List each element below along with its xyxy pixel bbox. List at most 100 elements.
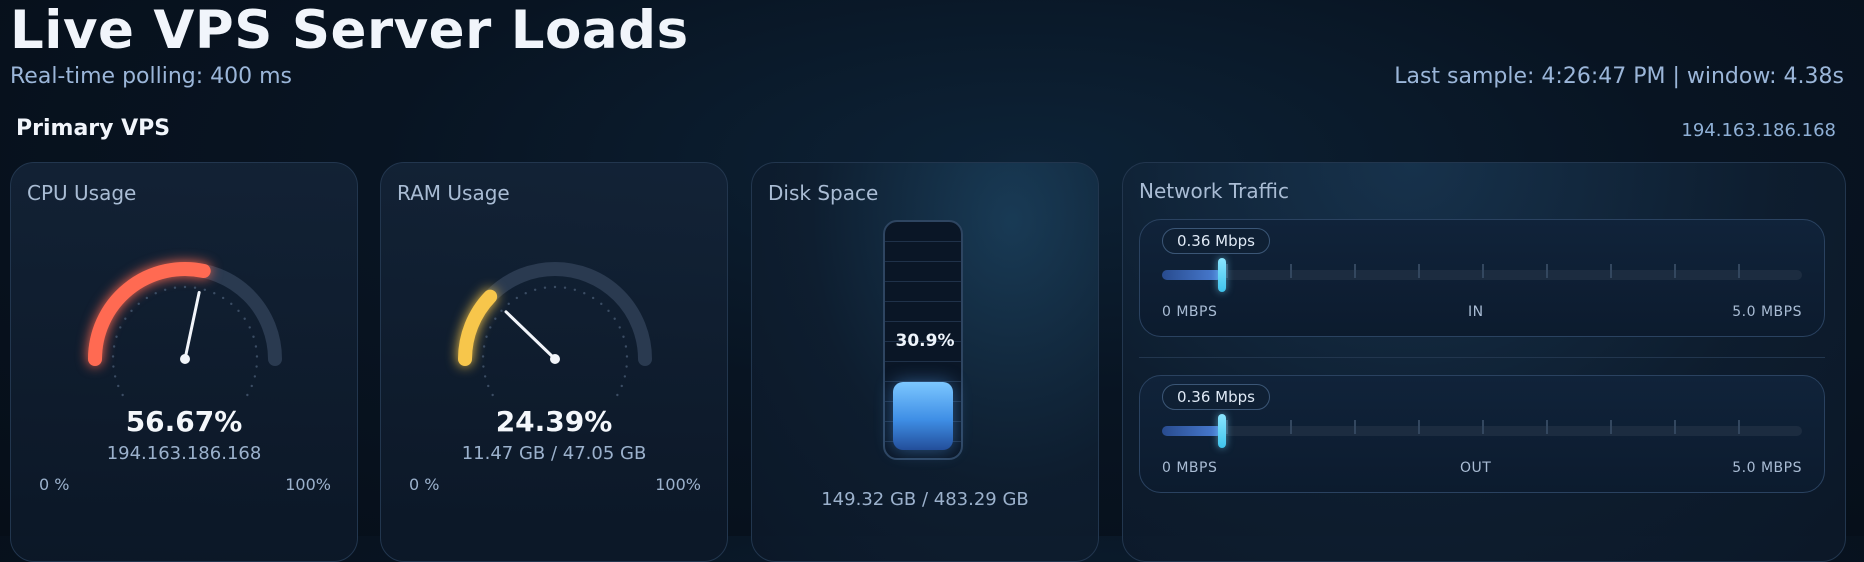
cpu-min-label: 0 % bbox=[39, 475, 70, 494]
network-out-track bbox=[1162, 414, 1802, 448]
cpu-gauge-tick bbox=[121, 393, 124, 397]
in-tick bbox=[1226, 264, 1228, 278]
cpu-gauge-tick bbox=[250, 384, 253, 388]
cpu-gauge-needle bbox=[183, 290, 201, 361]
disk-usage-detail: 149.32 GB / 483.29 GB bbox=[821, 489, 1029, 510]
ram-gauge-tick bbox=[543, 286, 547, 289]
ram-max-label: 100% bbox=[655, 475, 701, 494]
out-tick bbox=[1290, 420, 1292, 434]
cpu-gauge-tick bbox=[173, 286, 177, 289]
ram-gauge-tick bbox=[482, 365, 485, 368]
disk-card: Disk Space 30.9% 149.32 GB / 483.29 GB bbox=[751, 162, 1099, 562]
cpu-gauge-tick bbox=[237, 309, 240, 313]
ram-card: RAM Usage 24.39% 11.47 GB / 47.05 GB 0 %… bbox=[380, 162, 728, 562]
page-title: Live VPS Server Loads bbox=[10, 0, 689, 61]
ram-gauge-tick bbox=[487, 384, 490, 388]
ram-gauge-tick bbox=[624, 345, 628, 348]
ram-gauge-tick bbox=[481, 355, 485, 358]
ram-gauge-tick bbox=[613, 317, 616, 320]
ram-gauge-tick bbox=[607, 309, 610, 313]
network-in-indicator bbox=[1218, 258, 1226, 292]
out-tick bbox=[1418, 420, 1420, 434]
network-in-track bbox=[1162, 258, 1802, 292]
cpu-gauge-pivot bbox=[180, 354, 190, 364]
network-out-min-label: 0 MBPS bbox=[1162, 460, 1218, 476]
cpu-gauge-tick bbox=[252, 335, 255, 338]
ram-gauge-tick bbox=[524, 292, 527, 295]
ram-gauge-tick bbox=[591, 296, 595, 300]
in-tick bbox=[1610, 264, 1612, 278]
in-tick bbox=[1354, 264, 1356, 278]
network-in-label: IN bbox=[1468, 304, 1484, 320]
cpu-gauge-tick bbox=[246, 393, 249, 397]
out-tick bbox=[1482, 420, 1484, 434]
network-out-value: 0.36 Mbps bbox=[1162, 384, 1270, 410]
ram-gauge-tick bbox=[625, 365, 628, 368]
out-tick bbox=[1354, 420, 1356, 434]
cpu-card: CPU Usage 56.67% 194.163.186.168 0 % 100… bbox=[10, 162, 358, 562]
ram-min-label: 0 % bbox=[409, 475, 440, 494]
ram-gauge-tick bbox=[515, 296, 519, 300]
ram-gauge-tick bbox=[625, 355, 629, 358]
ram-usage-detail: 11.47 GB / 47.05 GB bbox=[461, 443, 647, 464]
network-card: Network Traffic 0.36 Mbps 0 MBPS IN 5.0 … bbox=[1122, 162, 1846, 562]
ram-gauge-tick bbox=[485, 335, 488, 338]
ram-gauge-needle bbox=[504, 310, 557, 361]
network-card-title: Network Traffic bbox=[1139, 179, 1289, 203]
disk-value: 30.9% bbox=[895, 331, 955, 351]
network-out-panel: 0.36 Mbps 0 MBPS OUT 5.0 MBPS bbox=[1139, 375, 1825, 493]
cpu-gauge-tick bbox=[255, 355, 259, 358]
in-tick bbox=[1738, 264, 1740, 278]
ram-gauge-tick bbox=[563, 286, 567, 289]
cpu-ip: 194.163.186.168 bbox=[106, 443, 262, 464]
cpu-gauge-tick bbox=[113, 375, 117, 378]
cpu-gauge-tick bbox=[213, 292, 216, 295]
ram-gauge-tick bbox=[533, 288, 537, 291]
cpu-gauge-tick bbox=[145, 296, 149, 300]
in-tick bbox=[1674, 264, 1676, 278]
cpu-gauge bbox=[88, 262, 282, 397]
ram-value: 24.39% bbox=[495, 405, 613, 438]
cpu-gauge-tick bbox=[111, 355, 115, 358]
ram-gauge-tick bbox=[482, 345, 486, 348]
cpu-gauge-tick bbox=[203, 288, 207, 291]
ram-gauge bbox=[458, 262, 652, 397]
cpu-gauge-tick bbox=[117, 384, 120, 388]
network-out-fill bbox=[1162, 426, 1222, 436]
cpu-gauge-tick bbox=[112, 365, 115, 368]
cpu-gauge-tick bbox=[163, 288, 167, 291]
ram-gauge-tick bbox=[623, 375, 627, 378]
out-tick bbox=[1226, 420, 1228, 434]
ram-gauge-tick bbox=[483, 375, 487, 378]
network-out-label: OUT bbox=[1460, 460, 1492, 476]
ram-gauge-tick bbox=[494, 317, 497, 320]
ram-gauge-arc bbox=[458, 289, 498, 366]
cpu-gauge-tick bbox=[193, 286, 197, 289]
cpu-max-label: 100% bbox=[285, 475, 331, 494]
network-out-indicator bbox=[1218, 414, 1226, 448]
network-in-fill bbox=[1162, 270, 1222, 280]
cpu-gauge-tick bbox=[254, 345, 258, 348]
cpu-gauge-tick bbox=[130, 309, 133, 313]
ram-gauge-tick bbox=[600, 302, 603, 306]
network-in-value: 0.36 Mbps bbox=[1162, 228, 1270, 254]
network-in-min-label: 0 MBPS bbox=[1162, 304, 1218, 320]
ram-gauge-tick bbox=[616, 393, 619, 397]
cpu-gauge-tick bbox=[115, 335, 118, 338]
out-tick bbox=[1738, 420, 1740, 434]
polling-info: Real-time polling: 400 ms bbox=[10, 64, 293, 89]
cpu-gauge-tick bbox=[221, 296, 225, 300]
ram-gauge-tick bbox=[618, 326, 621, 329]
ram-gauge-tick bbox=[507, 302, 510, 306]
cpu-gauge-tick bbox=[248, 326, 251, 329]
out-tick bbox=[1674, 420, 1676, 434]
cpu-gauge-tick bbox=[255, 365, 258, 368]
out-tick bbox=[1610, 420, 1612, 434]
in-tick bbox=[1546, 264, 1548, 278]
cpu-gauge-tick bbox=[253, 375, 257, 378]
ram-gauge-pivot bbox=[550, 354, 560, 364]
in-tick bbox=[1418, 264, 1420, 278]
cpu-value: 56.67% bbox=[125, 405, 243, 438]
last-sample-info: Last sample: 4:26:47 PM | window: 4.38s bbox=[1394, 64, 1844, 89]
cpu-gauge-tick bbox=[243, 317, 246, 320]
